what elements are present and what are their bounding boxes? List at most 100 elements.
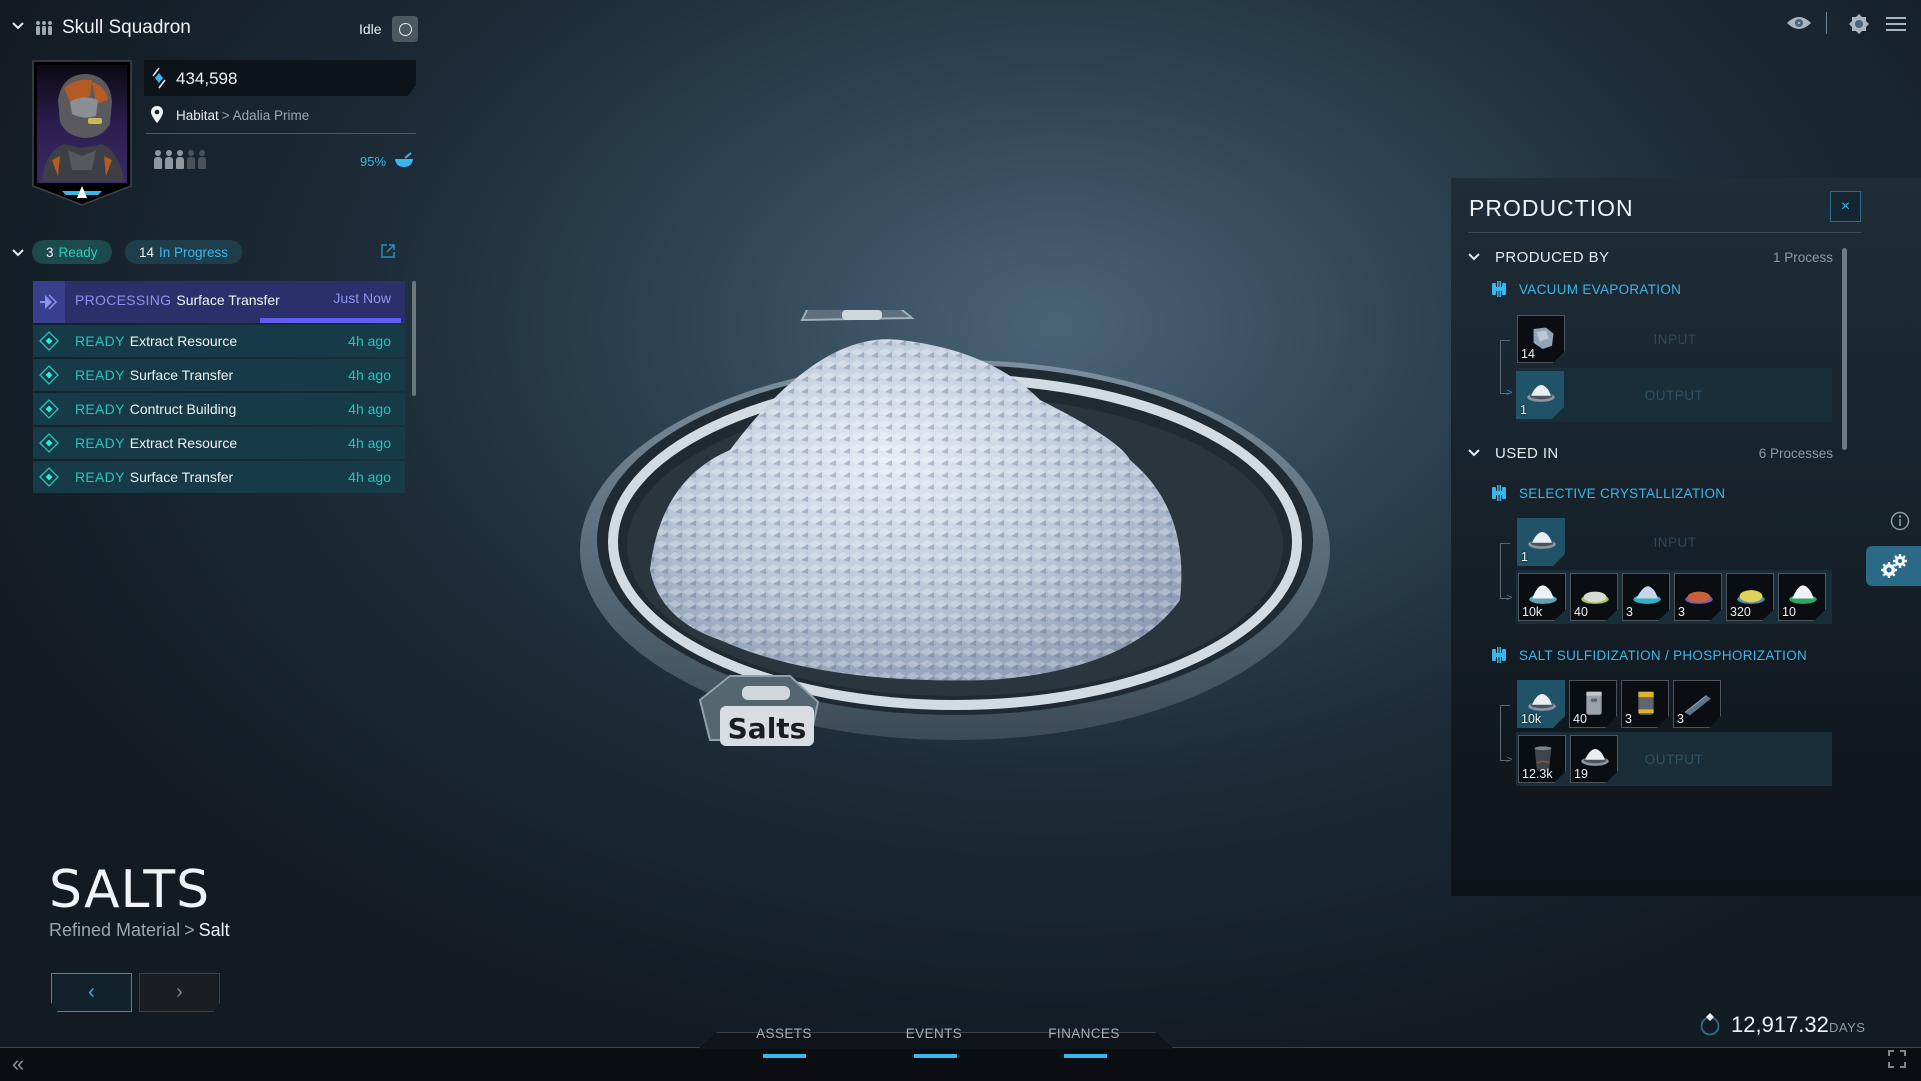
location-separator: > — [221, 108, 230, 123]
item-quantity: 1 — [1520, 403, 1527, 417]
produced-by-header[interactable]: PRODUCED BY 1 Process — [1467, 247, 1847, 267]
tab-finances[interactable]: FINANCES — [1024, 1026, 1144, 1041]
food-percentage: 95% — [360, 154, 387, 169]
idle-status-button[interactable] — [392, 16, 418, 42]
resource-item-canister-grey[interactable]: 40 — [1569, 680, 1617, 728]
item-quantity: 40 — [1574, 605, 1588, 619]
ready-count-badge[interactable]: 3 Ready — [32, 240, 112, 264]
process-icon — [1492, 281, 1506, 297]
previous-button[interactable]: ‹ — [51, 973, 132, 1012]
material-breadcrumb: Refined Material > Salt — [49, 920, 230, 941]
gears-icon — [1880, 554, 1907, 578]
crew-slot-filled — [165, 150, 173, 169]
crew-slot-empty — [187, 150, 195, 169]
process-name: SALT SULFIDIZATION / PHOSPHORIZATION — [1519, 647, 1808, 663]
crew-captain-portrait[interactable] — [32, 60, 132, 206]
resource-item-salt-white[interactable]: 10k — [1518, 573, 1566, 621]
hamburger-menu-icon[interactable] — [1886, 16, 1906, 32]
crew-icon — [36, 21, 52, 35]
action-time: 4h ago — [348, 401, 391, 417]
material-category[interactable]: Refined Material — [49, 920, 180, 940]
panel-scrollbar[interactable] — [1842, 248, 1847, 450]
resource-item-salt-orange[interactable]: 3 — [1674, 573, 1722, 621]
fullscreen-icon[interactable] — [1888, 1050, 1906, 1068]
action-list: PROCESSING Surface Transfer Just Now READY E… — [33, 281, 405, 495]
close-icon: × — [1840, 197, 1851, 215]
crew-slot-filled — [176, 150, 184, 169]
salt-icon — [1528, 532, 1556, 549]
process-selective-crystallization[interactable]: SELECTIVE CRYSTALLIZATION — [1491, 485, 1725, 501]
input-row: 10k 40 3 3 — [1517, 677, 1833, 731]
tab-events[interactable]: EVENTS — [874, 1026, 994, 1041]
action-name: Surface Transfer — [129, 367, 234, 383]
material-3d-model: Salts — [580, 310, 1330, 746]
in-progress-count-badge[interactable]: 14 In Progress — [125, 240, 243, 264]
external-link-icon[interactable] — [380, 243, 396, 259]
salt-icon — [1527, 385, 1555, 402]
item-quantity: 3 — [1677, 712, 1684, 726]
chevron-down-icon[interactable] — [10, 18, 26, 34]
item-quantity: 10 — [1782, 605, 1796, 619]
crew-location[interactable]: Habitat > Adalia Prime — [176, 108, 309, 123]
close-button[interactable]: × — [1830, 191, 1861, 222]
resource-item-salt-blue[interactable]: 3 — [1622, 573, 1670, 621]
resource-item-salt-granular[interactable]: 40 — [1570, 573, 1618, 621]
item-quantity: 40 — [1573, 712, 1587, 726]
arrow-right-icon: > — [1506, 754, 1513, 766]
divider — [1468, 232, 1862, 233]
material-subcategory: Salt — [198, 920, 230, 940]
action-item[interactable]: READY Contruct Building 4h ago — [33, 393, 405, 425]
ready-count: 3 — [46, 244, 54, 260]
action-item[interactable]: READY Surface Transfer 4h ago — [33, 461, 405, 493]
resource-item-salt[interactable]: 19 — [1570, 735, 1618, 783]
action-item[interactable]: PROCESSING Surface Transfer Just Now — [33, 281, 405, 323]
crew-name[interactable]: Skull Squadron — [62, 17, 191, 39]
ready-diamond-icon — [33, 393, 65, 425]
next-button[interactable]: › — [139, 973, 220, 1012]
resource-item-crystal[interactable]: 14 — [1517, 315, 1565, 363]
produced-by-label: PRODUCED BY — [1495, 248, 1610, 266]
process-vacuum-evaporation[interactable]: VACUUM EVAPORATION — [1491, 281, 1681, 297]
used-in-label: USED IN — [1495, 444, 1559, 462]
divider — [1826, 12, 1827, 34]
action-name: Extract Resource — [129, 333, 238, 349]
item-quantity: 3 — [1678, 605, 1685, 619]
action-item[interactable]: READY Extract Resource 4h ago — [33, 325, 405, 357]
item-quantity: 12.3k — [1522, 767, 1553, 781]
processes-tab[interactable] — [1866, 546, 1921, 586]
action-time: 4h ago — [348, 435, 391, 451]
resource-item-salt[interactable]: 1 — [1517, 518, 1565, 566]
action-status: READY — [75, 333, 125, 349]
salt-blue-icon — [1633, 586, 1661, 604]
resource-item-beam[interactable]: 3 — [1673, 680, 1721, 728]
item-quantity: 10k — [1521, 712, 1542, 726]
process-salt-sulfidization[interactable]: SALT SULFIDIZATION / PHOSPHORIZATION — [1491, 647, 1807, 663]
chevron-down-icon[interactable] — [10, 245, 26, 261]
action-progress-bar — [259, 318, 401, 323]
double-chevron-left-icon[interactable]: « — [12, 1051, 24, 1077]
resource-item-salt-yellow[interactable]: 320 — [1726, 573, 1774, 621]
ready-diamond-icon — [33, 461, 65, 493]
material-title: SALTS — [49, 860, 211, 920]
resource-item-salt[interactable]: 1 — [1516, 371, 1564, 419]
info-icon[interactable] — [1890, 511, 1910, 531]
action-item[interactable]: READY Surface Transfer 4h ago — [33, 359, 405, 391]
output-row: OUTPUT 1 — [1516, 368, 1832, 422]
tab-assets[interactable]: ASSETS — [724, 1026, 844, 1041]
action-status: PROCESSING — [75, 292, 172, 308]
resource-item-salt[interactable]: 10k — [1517, 680, 1565, 728]
resource-item-canister-yellow[interactable]: 3 — [1621, 680, 1669, 728]
used-in-header[interactable]: USED IN 6 Processes — [1467, 443, 1847, 463]
tab-indicator — [763, 1054, 806, 1058]
circle-icon — [398, 22, 412, 36]
action-list-scrollbar[interactable] — [412, 281, 416, 396]
settings-gear-icon[interactable] — [1848, 13, 1870, 35]
resource-item-salt-green[interactable]: 10 — [1778, 573, 1826, 621]
resource-item-bucket[interactable]: 12.3k — [1518, 735, 1566, 783]
item-quantity: 10k — [1522, 605, 1543, 619]
beam-icon — [1684, 695, 1711, 716]
action-status: READY — [75, 401, 125, 417]
action-status: READY — [75, 469, 125, 485]
action-item[interactable]: READY Extract Resource 4h ago — [33, 427, 405, 459]
eye-icon[interactable] — [1786, 15, 1812, 31]
